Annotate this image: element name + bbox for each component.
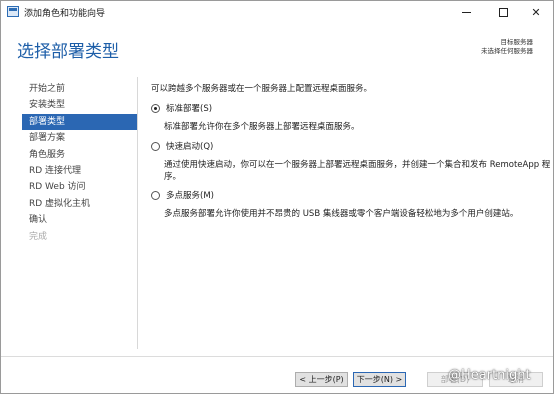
multipoint-services-radio[interactable] bbox=[151, 190, 160, 200]
server-manager-icon bbox=[7, 6, 19, 17]
destination-server-info: 目标服务器 未选择任何服务器 bbox=[481, 38, 533, 56]
option-multipoint-services: 多点服务(M) 多点服务部署允许你使用并不昂贵的 USB 集线器或零个客户端设备… bbox=[151, 189, 554, 220]
wizard-step-nav: 开始之前 安装类型 部署类型 部署方案 角色服务 RD 连接代理 RD Web … bbox=[22, 81, 137, 245]
standard-deployment-label[interactable]: 标准部署(S) bbox=[166, 102, 212, 114]
nav-item-rd-connection-broker[interactable]: RD 连接代理 bbox=[22, 163, 137, 179]
footer-divider bbox=[1, 356, 553, 357]
nav-item-rd-web-access[interactable]: RD Web 访问 bbox=[22, 179, 137, 195]
nav-item-role-services[interactable]: 角色服务 bbox=[22, 147, 137, 163]
standard-deployment-description: 标准部署允许你在多个服务器上部署远程桌面服务。 bbox=[164, 122, 360, 132]
nav-item-deployment-scenario[interactable]: 部署方案 bbox=[22, 130, 137, 146]
window-title: 添加角色和功能向导 bbox=[24, 9, 106, 19]
nav-item-completion: 完成 bbox=[29, 231, 48, 242]
title-bar[interactable]: 添加角色和功能向导 ✕ bbox=[1, 1, 553, 23]
standard-deployment-radio[interactable] bbox=[151, 103, 160, 113]
quick-start-label[interactable]: 快速启动(Q) bbox=[166, 140, 213, 152]
option-quick-start: 快速启动(Q) 通过使用快速启动，你可以在一个服务器上部署远程桌面服务，并创建一… bbox=[151, 140, 554, 183]
main-content: 可以跨越多个服务器或在一个服务器上配置远程桌面服务。 标准部署(S) 标准部署允… bbox=[151, 82, 550, 219]
multipoint-services-label[interactable]: 多点服务(M) bbox=[166, 189, 214, 201]
next-button[interactable]: 下一步(N) > bbox=[353, 372, 406, 387]
destination-server-label: 目标服务器 bbox=[500, 38, 534, 46]
intro-text: 可以跨越多个服务器或在一个服务器上配置远程桌面服务。 bbox=[151, 84, 373, 94]
destination-server-value: 未选择任何服务器 bbox=[481, 47, 533, 55]
multipoint-services-radio-row[interactable]: 多点服务(M) bbox=[151, 189, 554, 201]
watermark: @Heartnight bbox=[448, 368, 531, 383]
standard-deployment-radio-row[interactable]: 标准部署(S) bbox=[151, 102, 554, 114]
nav-item-confirmation[interactable]: 确认 bbox=[22, 212, 137, 228]
minimize-button[interactable] bbox=[449, 1, 483, 23]
close-icon: ✕ bbox=[531, 5, 541, 19]
quick-start-radio-row[interactable]: 快速启动(Q) bbox=[151, 140, 554, 152]
page-title: 选择部署类型 bbox=[17, 42, 119, 62]
maximize-icon bbox=[498, 7, 508, 17]
maximize-button[interactable] bbox=[486, 1, 520, 23]
nav-item-installation-type[interactable]: 安装类型 bbox=[22, 97, 137, 113]
nav-item-deployment-type[interactable]: 部署类型 bbox=[22, 113, 137, 131]
nav-divider bbox=[137, 77, 138, 349]
wizard-window: 添加角色和功能向导 ✕ 选择部署类型 目标服务器 未选择任何服务器 开始之前 安… bbox=[0, 0, 554, 394]
nav-item-rd-virtualization-host[interactable]: RD 虚拟化主机 bbox=[22, 196, 137, 212]
nav-item-before-you-begin[interactable]: 开始之前 bbox=[22, 81, 137, 97]
quick-start-radio[interactable] bbox=[151, 141, 160, 151]
multipoint-services-description: 多点服务部署允许你使用并不昂贵的 USB 集线器或零个客户端设备轻松地为多个用户… bbox=[164, 209, 519, 219]
previous-button[interactable]: < 上一步(P) bbox=[295, 372, 348, 387]
quick-start-description: 通过使用快速启动，你可以在一个服务器上部署远程桌面服务，并创建一个集合和发布 R… bbox=[164, 160, 551, 182]
close-button[interactable]: ✕ bbox=[519, 1, 553, 23]
option-standard-deployment: 标准部署(S) 标准部署允许你在多个服务器上部署远程桌面服务。 bbox=[151, 102, 554, 133]
minimize-icon bbox=[461, 11, 471, 13]
